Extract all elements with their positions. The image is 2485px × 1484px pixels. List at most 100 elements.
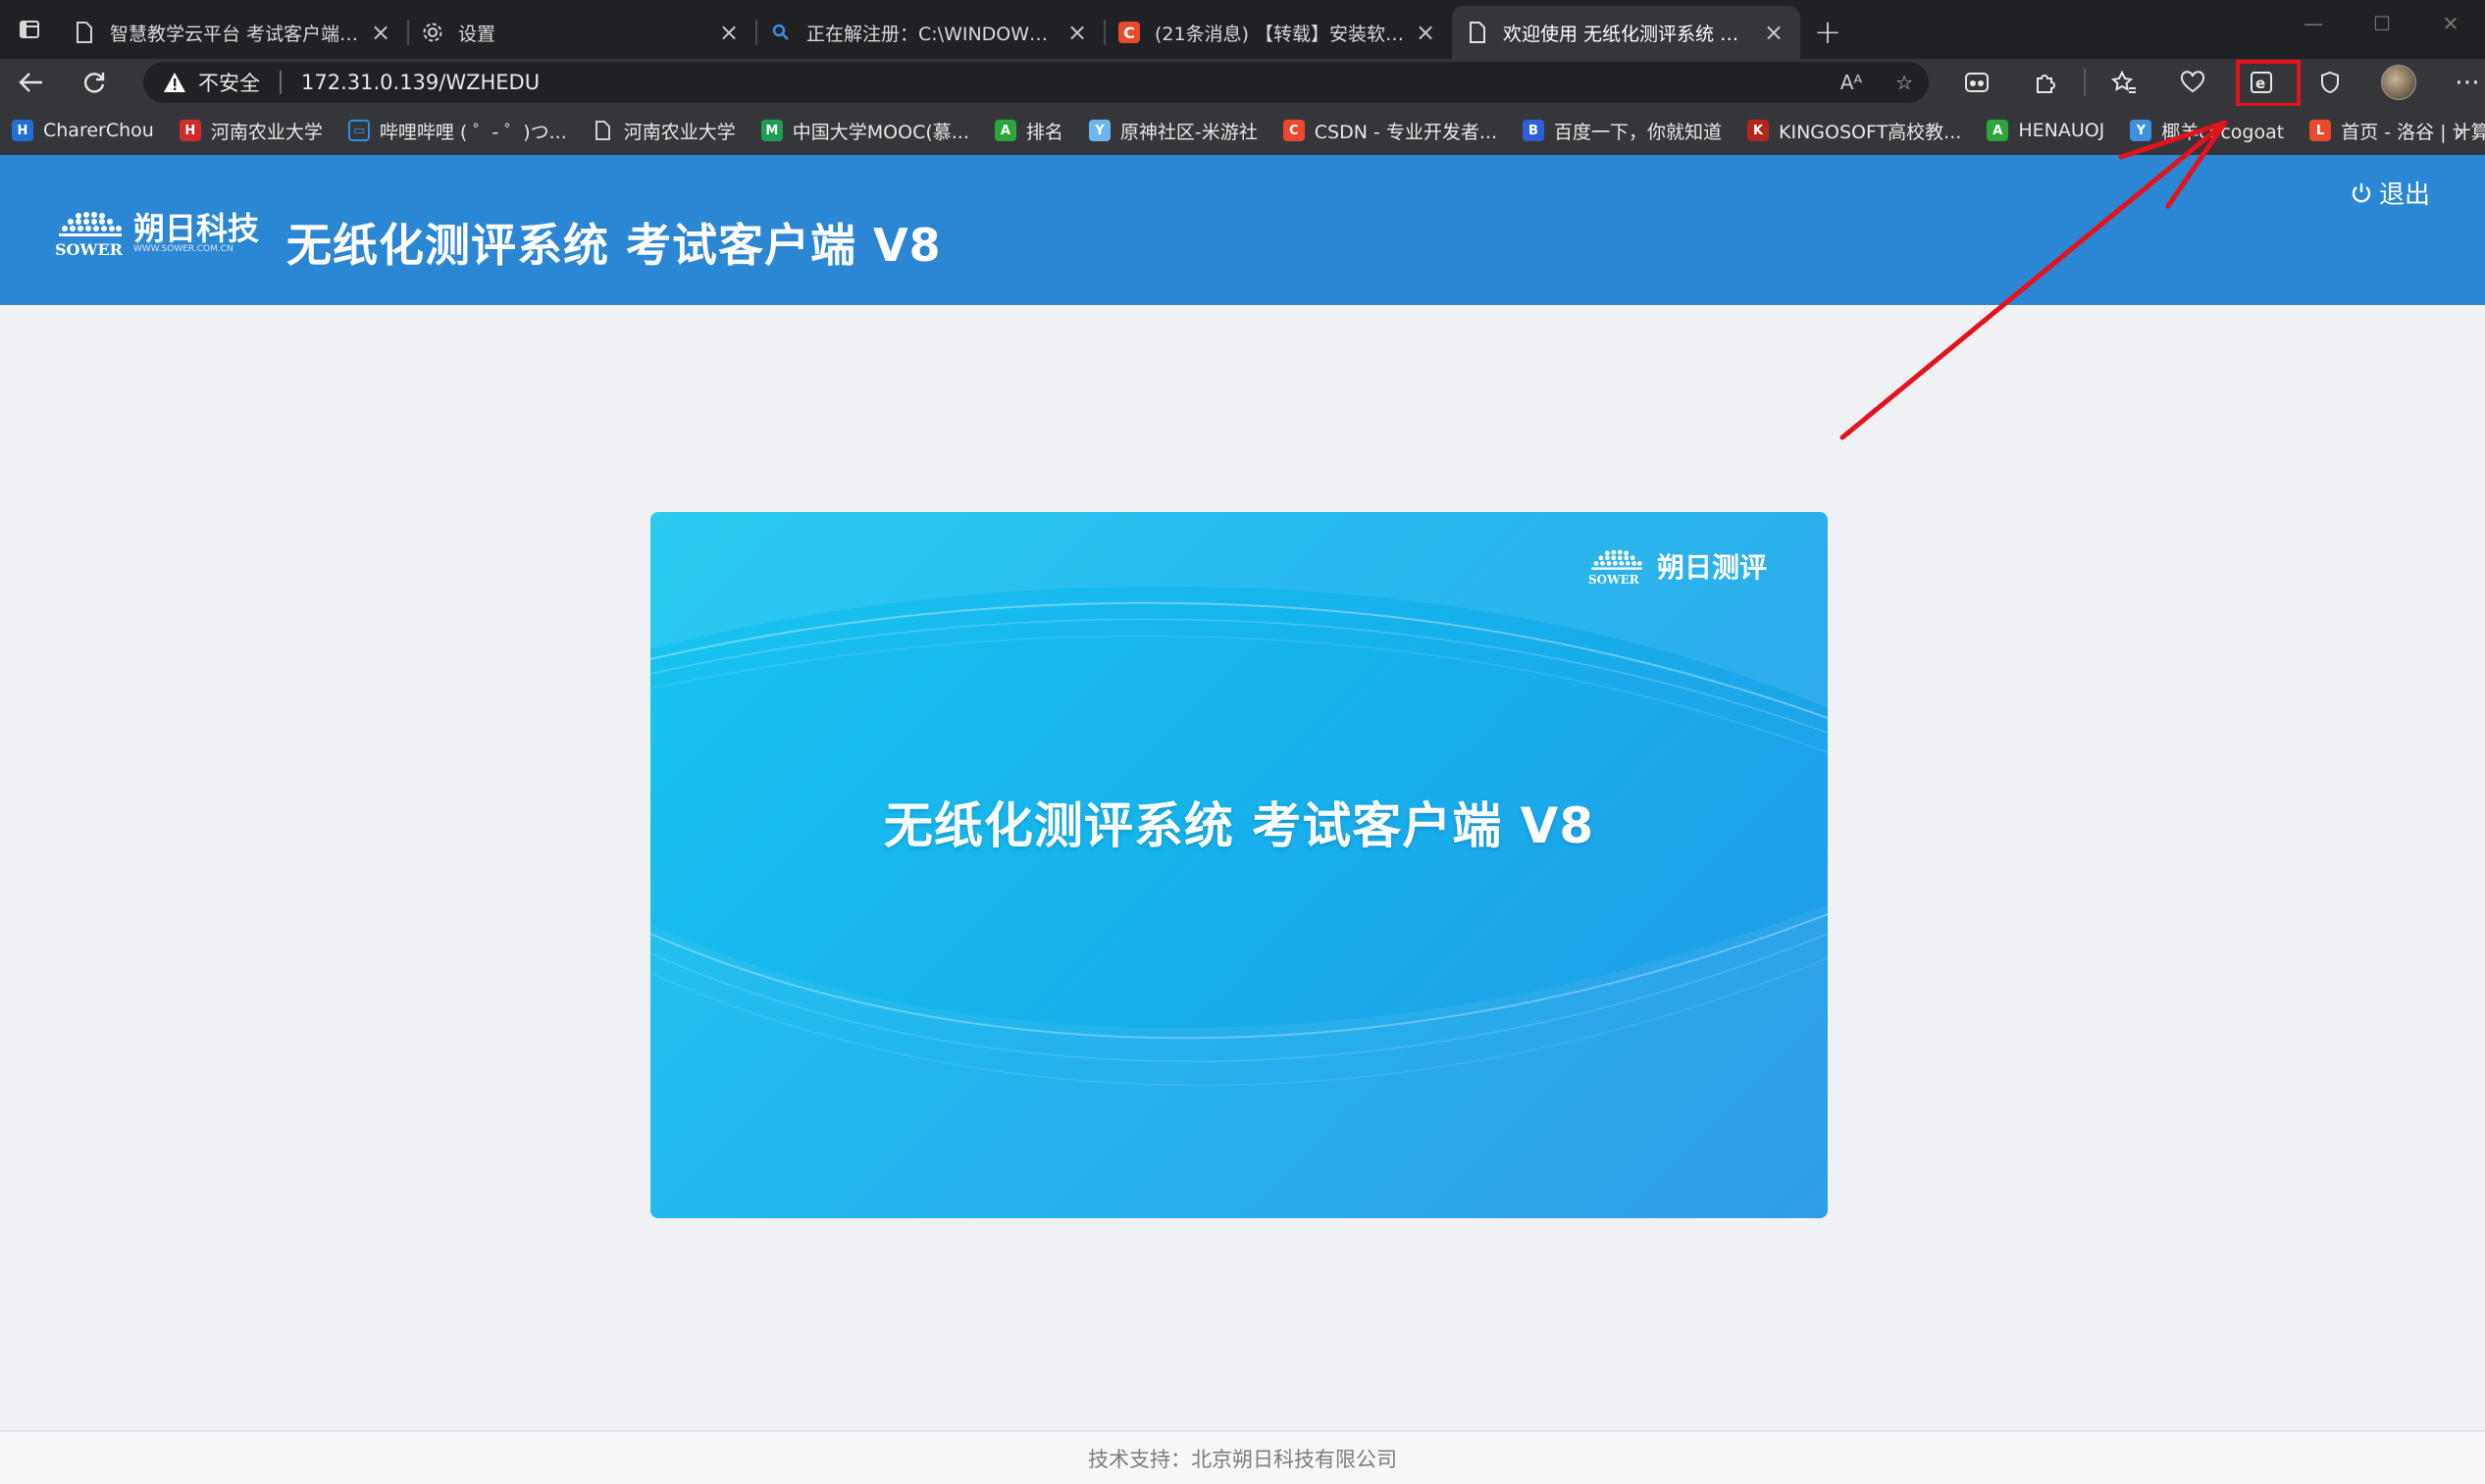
maximize-icon[interactable]: ☐ [2348, 0, 2416, 47]
banner-brand-label: 朔日测评 [1656, 551, 1767, 584]
bookmark-favicon: A [1987, 120, 2009, 141]
bookmark-label: 原神社区-米游社 [1119, 121, 1258, 143]
bookmark-item[interactable]: H 河南农业大学 [179, 118, 323, 144]
tab-title: 欢迎使用 无纸化测评系统 考试客 [1503, 23, 1753, 45]
bookmark-item[interactable]: Y 椰羊cocogoat [2130, 118, 2284, 144]
baidu-icon: B [1523, 120, 1544, 141]
close-icon[interactable]: × [368, 19, 393, 46]
close-window-icon[interactable]: ✕ [2416, 0, 2485, 47]
bookmark-favicon: K [1747, 120, 1770, 141]
security-label[interactable]: 不安全 [198, 68, 260, 97]
ie-mode-icon[interactable]: e [2227, 59, 2301, 107]
sower-logo-icon: SOWER [55, 210, 126, 259]
bookmark-item[interactable]: A HENAUOJ [1987, 120, 2104, 141]
bookmark-item[interactable]: C CSDN - 专业开发者... [1282, 118, 1497, 144]
logout-button[interactable]: 退出 [2350, 175, 2430, 211]
bookmark-favicon: M [760, 120, 783, 141]
bookmark-label: CharerChou [43, 120, 154, 141]
warning-icon[interactable] [163, 72, 186, 93]
bookmark-favicon: Y [2130, 120, 2152, 141]
brand-mark: SOWER [55, 240, 123, 259]
tab-exam-client[interactable]: 欢迎使用 无纸化测评系统 考试客 × [1452, 6, 1800, 59]
refresh-icon[interactable] [63, 59, 126, 106]
footer-text: 技术支持：北京朔日科技有限公司 [1088, 1447, 1397, 1471]
bookmarks-bar: H CharerChou H 河南农业大学 ▭ 哔哩哔哩 ( ゜- ゜)つ... 河南… [0, 106, 2485, 155]
profile-avatar[interactable] [2364, 59, 2433, 106]
banner-title: 无纸化测评系统 考试客户端 V8 [883, 797, 1595, 854]
page-footer: 技术支持：北京朔日科技有限公司 [0, 1430, 2485, 1484]
wave-decoration [650, 512, 1828, 1218]
bookmark-item[interactable]: M 中国大学MOOC(慕... [760, 118, 969, 144]
bookmark-favicon: H [12, 120, 33, 141]
bookmark-item[interactable]: A 排名 [994, 118, 1063, 144]
minimize-icon[interactable]: — [2279, 0, 2348, 47]
add-favorite-icon[interactable]: ☆ [1895, 71, 1913, 94]
bookmark-item[interactable]: H CharerChou [12, 120, 154, 141]
power-icon [2352, 182, 2371, 202]
bookmark-item[interactable]: ▭ 哔哩哔哩 ( ゜- ゜)つ... [347, 118, 567, 144]
page-header: SOWER 朔日科技 WWW.SOWER.COM.CN 无纸化测评系统 考试客户… [0, 155, 2485, 305]
browser-essentials-icon[interactable] [2158, 59, 2227, 106]
bookmark-item[interactable]: B 百度一下，你就知道 [1523, 118, 1722, 144]
brand-mark: SOWER [1587, 573, 1639, 587]
close-icon[interactable]: × [1413, 19, 1438, 46]
csdn-icon: C [1282, 120, 1305, 141]
brand-text: 朔日科技 WWW.SOWER.COM.CN [126, 213, 259, 254]
page-icon [593, 120, 614, 141]
bookmark-item[interactable]: 河南农业大学 [593, 118, 736, 144]
tab-smart-teaching[interactable]: 智慧教学云平台 考试客户端 安装 × [59, 6, 407, 59]
tab-settings[interactable]: 设置 × [407, 6, 755, 59]
bookmark-label: 百度一下，你就知道 [1554, 121, 1723, 143]
brand-site: WWW.SOWER.COM.CN [133, 244, 233, 254]
tab-bar: 智慧教学云平台 考试客户端 安装 × 设置 × 正在解注册：C:\WINDOWS… [0, 0, 2485, 59]
bookmark-label: 河南农业大学 [623, 121, 736, 143]
tab-title: 正在解注册：C:\WINDOWS\syste [806, 23, 1057, 45]
tab-unregister[interactable]: 正在解注册：C:\WINDOWS\syste × [755, 6, 1104, 59]
bookmark-label: 椰羊cocogoat [2161, 121, 2285, 143]
search-icon [769, 21, 793, 44]
performance-icon[interactable] [2296, 59, 2364, 106]
address-bar[interactable]: 不安全 172.31.0.139/WZHEDU Aᴬ ☆ [143, 62, 1929, 103]
page-icon [1466, 21, 1489, 44]
chevron-right-icon[interactable]: › [2455, 106, 2465, 155]
favorites-icon[interactable] [2090, 59, 2158, 106]
page-icon [73, 21, 96, 44]
tab-title: (21条消息) 【转载】安装软件的 [1155, 23, 1405, 45]
bookmark-favicon: Y [1088, 120, 1111, 141]
read-aloud-icon[interactable]: Aᴬ [1840, 71, 1862, 94]
close-icon[interactable]: × [1064, 19, 1090, 46]
more-menu-icon[interactable]: ⋯ [2433, 59, 2485, 106]
bookmark-item[interactable]: K KINGOSOFT高校教... [1747, 118, 1961, 144]
welcome-banner: SOWER 朔日测评 无纸化测评系统 考试客户端 V8 [650, 512, 1828, 1218]
bookmark-favicon: A [994, 120, 1016, 141]
bookmark-favicon: H [179, 120, 201, 141]
toolbar-icons: e ⋯ [1942, 59, 2485, 107]
back-icon[interactable] [0, 59, 63, 106]
page-title: 无纸化测评系统 考试客户端 V8 [286, 219, 942, 272]
address-bar-actions: Aᴬ ☆ [1840, 62, 1913, 103]
divider [2084, 69, 2086, 96]
tab-csdn[interactable]: C (21条消息) 【转载】安装软件的 × [1104, 6, 1452, 59]
browser-toolbar: 不安全 172.31.0.139/WZHEDU Aᴬ ☆ e ⋯ [0, 59, 2485, 107]
bookmark-item[interactable]: Y 原神社区-米游社 [1088, 118, 1258, 144]
tab-actions-icon[interactable] [0, 0, 59, 59]
new-tab-button[interactable]: + [1800, 6, 1855, 59]
tab-title: 智慧教学云平台 考试客户端 安装 [110, 23, 360, 45]
url-text[interactable]: 172.31.0.139/WZHEDU [301, 71, 540, 94]
bookmark-label: 哔哩哔哩 ( ゜- ゜)つ... [379, 121, 567, 143]
close-icon[interactable]: × [1761, 19, 1786, 46]
extension-icon[interactable] [1942, 59, 2011, 106]
brand-logo: SOWER 朔日科技 WWW.SOWER.COM.CN [55, 210, 259, 259]
gear-icon [421, 21, 444, 44]
brand-name: 朔日科技 [133, 210, 260, 247]
banner-brand: SOWER 朔日测评 [1588, 545, 1767, 587]
logout-label: 退出 [2378, 180, 2430, 210]
extensions-puzzle-icon[interactable] [2011, 59, 2080, 106]
avatar [2381, 65, 2416, 100]
divider [280, 71, 282, 94]
close-icon[interactable]: × [716, 19, 742, 46]
window-controls: — ☐ ✕ [2279, 0, 2485, 47]
bookmark-favicon: L [2309, 120, 2332, 141]
bookmark-label: KINGOSOFT高校教... [1779, 121, 1962, 143]
bookmark-label: 排名 [1025, 121, 1063, 143]
